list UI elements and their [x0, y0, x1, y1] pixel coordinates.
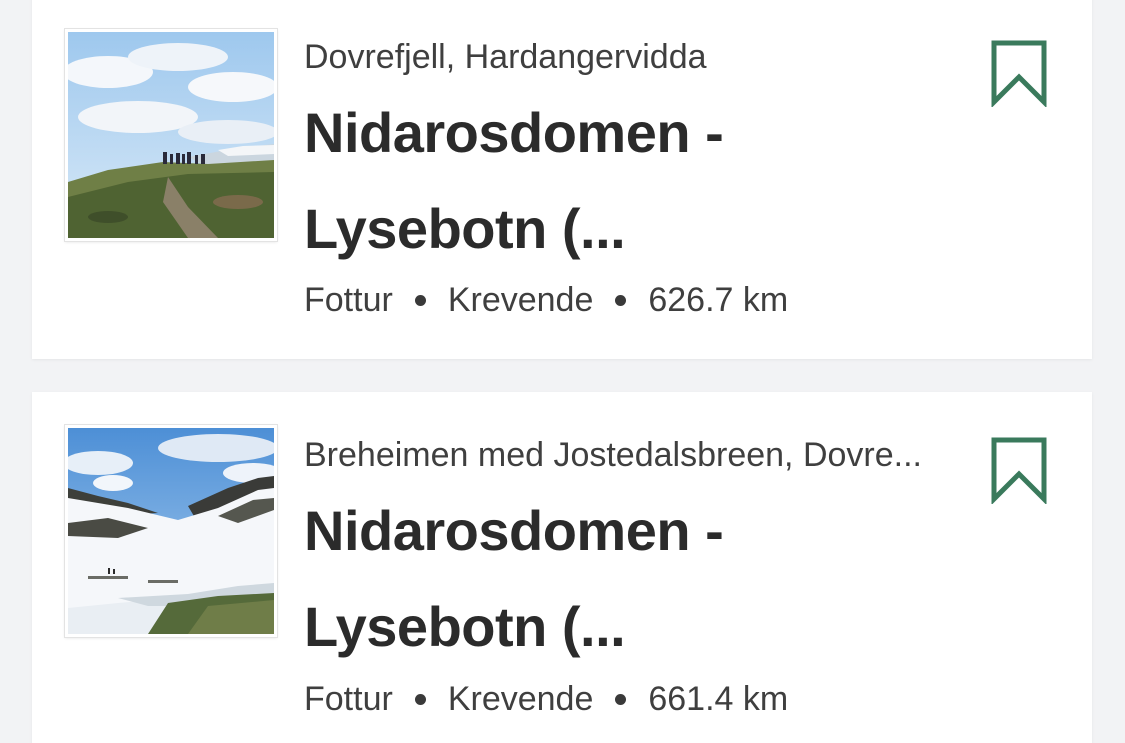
trip-activity: Fottur: [304, 281, 393, 319]
bookmark-button[interactable]: [990, 436, 1048, 504]
trip-activity: Fottur: [304, 680, 393, 718]
trip-card[interactable]: Dovrefjell, Hardangervidda Nidarosdomen …: [32, 0, 1092, 359]
trip-distance: 661.4 km: [648, 680, 789, 718]
trip-difficulty: Krevende: [447, 281, 594, 319]
snowy-mountain-photo: [68, 428, 274, 634]
trip-list: Dovrefjell, Hardangervidda Nidarosdomen …: [0, 0, 1125, 743]
trip-region: Breheimen med Jostedalsbreen, Dovre...: [304, 436, 922, 474]
trip-thumbnail: [65, 29, 277, 241]
bookmark-outline-icon: [991, 437, 1047, 504]
trip-title-line: Nidarosdomen -: [304, 101, 724, 164]
trip-title[interactable]: Nidarosdomen - Lysebotn (...: [304, 85, 924, 277]
separator-dot: [615, 294, 627, 306]
trip-card[interactable]: Breheimen med Jostedalsbreen, Dovre... N…: [32, 392, 1092, 743]
separator-dot: [615, 693, 627, 705]
trip-region: Dovrefjell, Hardangervidda: [304, 38, 707, 76]
trip-meta: Fottur Krevende 626.7 km: [304, 280, 788, 320]
trip-title-line: Nidarosdomen -: [304, 499, 724, 562]
trip-title-line: Lysebotn (...: [304, 197, 626, 260]
bookmark-outline-icon: [991, 40, 1047, 107]
trip-distance: 626.7 km: [648, 281, 789, 319]
separator-dot: [414, 294, 426, 306]
separator-dot: [414, 693, 426, 705]
trip-thumbnail: [65, 425, 277, 637]
trip-difficulty: Krevende: [447, 680, 594, 718]
trip-meta: Fottur Krevende 661.4 km: [304, 679, 788, 719]
bookmark-button[interactable]: [990, 39, 1048, 107]
trip-title-line: Lysebotn (...: [304, 595, 626, 658]
trip-title[interactable]: Nidarosdomen - Lysebotn (...: [304, 483, 924, 675]
grassy-hill-photo: [68, 32, 274, 238]
